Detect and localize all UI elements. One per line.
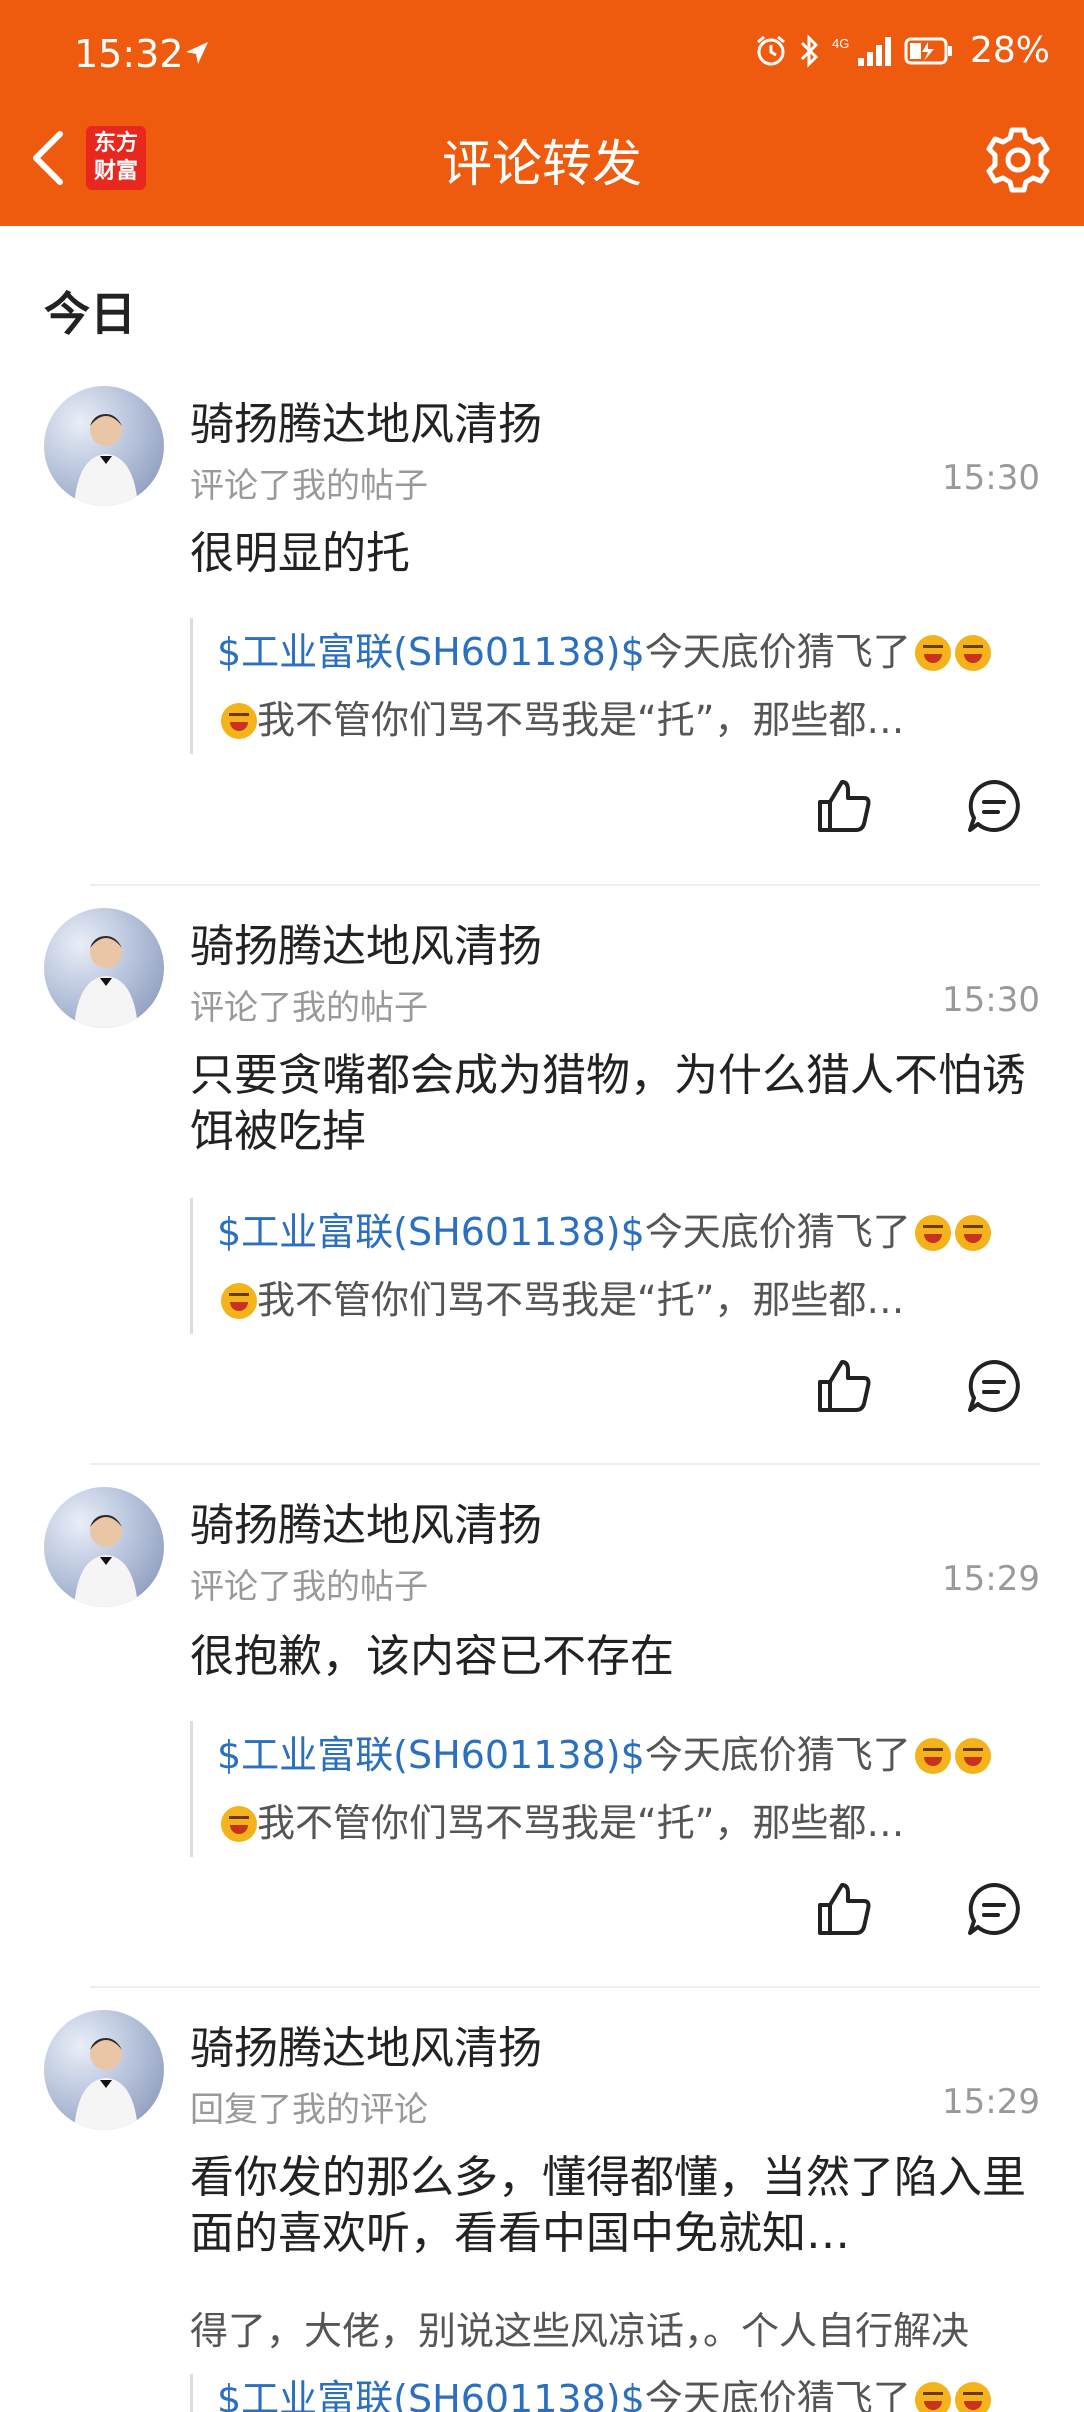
quoted-post[interactable]: $工业富联(SH601138)$今天底价猜飞了 我不管你们骂不骂我是“托”，那些… [190, 1198, 1040, 1334]
status-time: 15:32 [74, 32, 184, 76]
like-thumbs-up-icon[interactable] [814, 776, 874, 836]
reply-comment-icon[interactable] [964, 776, 1024, 836]
quote-text-continued: 我不管你们骂不骂我是“托”，那些都… [257, 1278, 905, 1322]
status-icons: 4G 28% [754, 30, 1050, 71]
timestamp: 15:29 [942, 1559, 1040, 1599]
stock-link[interactable]: $工业富联(SH601138)$ [217, 1733, 645, 1777]
comment-text[interactable]: 只要贪嘴都会成为猎物，为什么猎人不怕诱饵被吃掉 [190, 1048, 1030, 1160]
top-bar: 15:32 4G 28% 东方 财富 评论转发 [0, 0, 1084, 226]
timestamp: 15:30 [942, 458, 1040, 498]
quote-text: 今天底价猜飞了 [644, 1733, 911, 1777]
action-text: 评论了我的帖子 [190, 988, 428, 1028]
username[interactable]: 骑扬腾达地风清扬 [190, 1489, 542, 1553]
avatar[interactable] [44, 2010, 164, 2130]
quote-text: 今天底价猜飞了 [644, 1210, 911, 1254]
action-text: 回复了我的评论 [190, 2090, 428, 2130]
avatar[interactable] [44, 1487, 164, 1607]
reply-comment-icon[interactable] [964, 1879, 1024, 1939]
battery-percent: 28% [969, 30, 1050, 71]
svg-text:4G: 4G [832, 36, 849, 51]
divider [90, 1463, 1040, 1465]
laugh-emoji-icon [914, 1215, 951, 1251]
laugh-emoji-icon [221, 703, 257, 739]
original-comment-text[interactable]: 得了，大佬，别说这些风凉话，。个人自行解决 [190, 2300, 1040, 2355]
alarm-icon [757, 35, 785, 65]
like-thumbs-up-icon[interactable] [814, 1879, 874, 1939]
comment-text[interactable]: 很明显的托 [190, 526, 1030, 582]
stock-link[interactable]: $工业富联(SH601138)$ [217, 2377, 645, 2412]
quoted-post[interactable]: $工业富联(SH601138)$今天底价猜飞了 我不管你们骂不骂我是“托”，那些… [190, 1721, 1040, 1857]
settings-gear-icon[interactable] [982, 124, 1054, 196]
quoted-post[interactable]: $工业富联(SH601138)$今天底价猜飞了 我不管你们骂不骂我是“托”，那些… [190, 618, 1040, 754]
quote-text-continued: 我不管你们骂不骂我是“托”，那些都… [257, 1801, 905, 1845]
laugh-emoji-icon [914, 1738, 951, 1774]
username[interactable]: 骑扬腾达地风清扬 [190, 910, 542, 974]
laugh-emoji-icon [914, 635, 951, 671]
avatar[interactable] [44, 386, 164, 506]
action-text: 评论了我的帖子 [190, 466, 428, 506]
timestamp: 15:29 [942, 2082, 1040, 2122]
section-title-today: 今日 [44, 287, 136, 341]
stock-link[interactable]: $工业富联(SH601138)$ [217, 630, 645, 674]
quote-text: 今天底价猜飞了 [644, 2377, 911, 2412]
battery-icon [904, 37, 952, 64]
laugh-emoji-icon [221, 1283, 257, 1319]
avatar[interactable] [44, 908, 164, 1028]
laugh-emoji-icon [954, 1215, 991, 1251]
username[interactable]: 骑扬腾达地风清扬 [190, 388, 542, 452]
laugh-emoji-icon [954, 635, 991, 671]
signal-icon: 4G [832, 36, 891, 66]
quote-text-continued: 我不管你们骂不骂我是“托”，那些都… [257, 698, 905, 742]
page-title: 评论转发 [442, 135, 642, 193]
stock-link[interactable]: $工业富联(SH601138)$ [217, 1210, 645, 1254]
username[interactable]: 骑扬腾达地风清扬 [190, 2012, 542, 2076]
laugh-emoji-icon [914, 2382, 951, 2412]
laugh-emoji-icon [954, 1738, 991, 1774]
comment-text[interactable]: 很抱歉，该内容已不存在 [190, 1629, 1030, 1685]
laugh-emoji-icon [221, 1806, 257, 1842]
comment-text[interactable]: 看你发的那么多，懂得都懂，当然了陷入里面的喜欢听，看看中国中免就知… [190, 2150, 1030, 2262]
navigation-icon [186, 42, 208, 64]
divider [90, 884, 1040, 886]
action-text: 评论了我的帖子 [190, 1567, 428, 1607]
timestamp: 15:30 [942, 980, 1040, 1020]
like-thumbs-up-icon[interactable] [814, 1356, 874, 1416]
quote-text: 今天底价猜飞了 [644, 630, 911, 674]
laugh-emoji-icon [954, 2382, 991, 2412]
reply-comment-icon[interactable] [964, 1356, 1024, 1416]
quoted-post[interactable]: $工业富联(SH601138)$今天底价猜飞了 [190, 2374, 1040, 2412]
divider [90, 1986, 1040, 1988]
bluetooth-icon [800, 33, 819, 68]
